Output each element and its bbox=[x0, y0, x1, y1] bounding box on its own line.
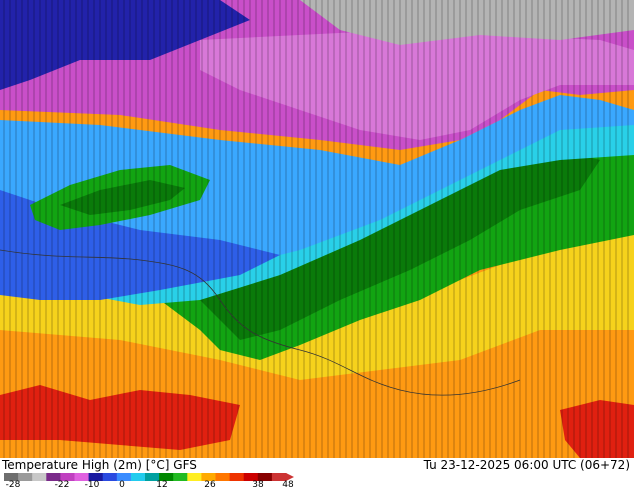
colorbar-segment bbox=[130, 473, 146, 481]
colorbar-tick-label: -28 bbox=[5, 480, 21, 490]
temperature-map bbox=[0, 0, 634, 458]
colorbar-tick-label: 26 bbox=[204, 480, 216, 490]
colorbar-segment bbox=[187, 473, 202, 481]
colorbar-tick-label: 48 bbox=[282, 480, 294, 490]
forecast-datetime: Tu 23-12-2025 06:00 UTC (06+72) bbox=[423, 458, 630, 472]
colorbar-segment bbox=[229, 473, 245, 481]
colorbar-segment bbox=[173, 473, 188, 481]
colorbar-segment bbox=[102, 473, 118, 481]
colorbar-tick-label: 12 bbox=[156, 480, 168, 490]
legend-footer: Temperature High (2m) [°C] GFS Tu 23-12-… bbox=[0, 458, 634, 490]
map-title: Temperature High (2m) [°C] GFS bbox=[2, 458, 197, 472]
colorbar-segment bbox=[32, 473, 47, 481]
colorbar-segment bbox=[215, 473, 231, 481]
colorbar-tick-label: -10 bbox=[84, 480, 100, 490]
colorbar-tick-label: 0 bbox=[119, 480, 125, 490]
colorbar-tick-label: -22 bbox=[54, 480, 70, 490]
colorbar-tick-label: 38 bbox=[252, 480, 264, 490]
colorbar bbox=[4, 473, 294, 481]
